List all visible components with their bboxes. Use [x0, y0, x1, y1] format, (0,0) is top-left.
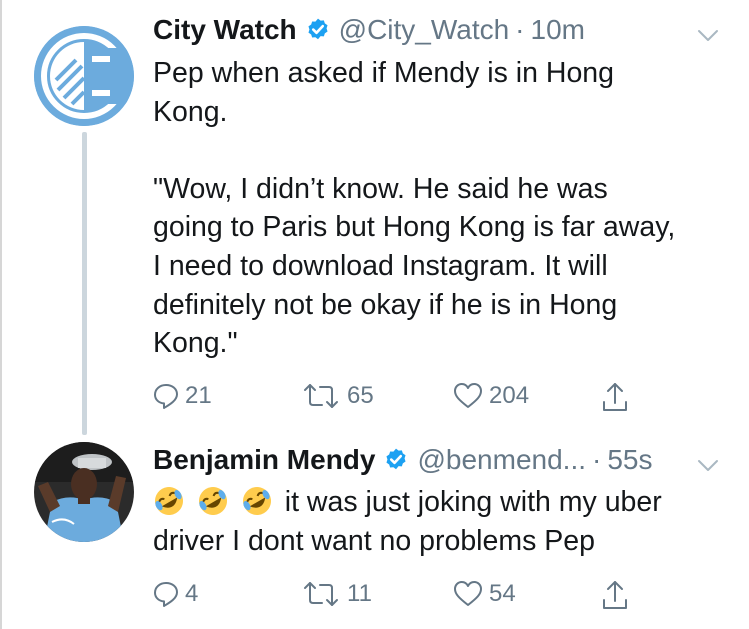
retweet-count: 65: [347, 382, 374, 409]
tweet-time[interactable]: 55s: [607, 444, 652, 476]
like-button[interactable]: 204: [453, 382, 529, 410]
tweet-time[interactable]: 10m: [531, 14, 585, 46]
tweet-text-line-1: it was just joking with my uber: [284, 486, 662, 518]
thread-connector: [82, 132, 87, 435]
reply-icon: [154, 582, 178, 607]
city-watch-logo-icon: [34, 26, 134, 126]
rolling-laughing-emoji-icon: [242, 487, 271, 515]
retweet-count: 11: [347, 580, 372, 607]
player-photo-icon: [34, 442, 134, 542]
rolling-laughing-emoji-icon: [198, 487, 227, 515]
share-icon: [603, 581, 627, 609]
retweet-button[interactable]: 65: [301, 382, 374, 410]
share-button[interactable]: [601, 382, 629, 414]
author-name[interactable]: City Watch: [153, 14, 297, 46]
like-count: 204: [489, 382, 530, 409]
timeline-border: [0, 0, 2, 629]
verified-badge-icon: [308, 18, 328, 40]
author-handle[interactable]: @City_Watch: [339, 14, 510, 46]
retweet-button[interactable]: 11: [301, 580, 372, 608]
share-icon: [603, 383, 627, 411]
tweet-text-line-2: driver I dont want no problems Pep: [153, 524, 595, 557]
tweet-actions: 21 65 204: [153, 382, 653, 418]
author-name[interactable]: Benjamin Mendy: [153, 444, 375, 476]
heart-icon: [454, 581, 482, 606]
reply-count: 4: [185, 580, 199, 607]
chevron-down-icon[interactable]: [697, 454, 719, 476]
avatar-benjamin-mendy[interactable]: [34, 442, 134, 542]
chevron-down-icon[interactable]: [697, 24, 719, 46]
separator-dot: ·: [592, 444, 602, 475]
tweet-text: it was just joking with my uber driver I…: [153, 483, 733, 560]
reply-count: 21: [185, 382, 212, 409]
text-line-1: it was just joking with my uber: [153, 483, 733, 522]
rolling-laughing-emoji-icon: [155, 487, 183, 515]
avatar-city-watch[interactable]: [34, 26, 134, 126]
retweet-icon: [304, 582, 338, 606]
like-button[interactable]: 54: [453, 580, 516, 608]
like-count: 54: [489, 580, 516, 607]
share-button[interactable]: [601, 580, 629, 612]
reply-icon: [154, 384, 178, 409]
reply-button[interactable]: 4: [153, 580, 198, 608]
emoji-group: [153, 486, 285, 518]
author-handle[interactable]: @benmend...: [417, 444, 586, 476]
separator-dot: ·: [515, 14, 525, 45]
tweet-text: Pep when asked if Mendy is in Hong Kong.…: [153, 57, 676, 360]
tweet-header: Benjamin Mendy @benmend... · 55s: [153, 444, 653, 476]
verified-badge-icon: [386, 448, 407, 470]
reply-button[interactable]: 21: [153, 382, 212, 410]
retweet-icon: [304, 384, 338, 408]
tweet-header: City Watch @City_Watch · 10m: [153, 14, 585, 46]
tweet-actions: 4 11 54: [153, 580, 653, 616]
heart-icon: [454, 383, 482, 408]
